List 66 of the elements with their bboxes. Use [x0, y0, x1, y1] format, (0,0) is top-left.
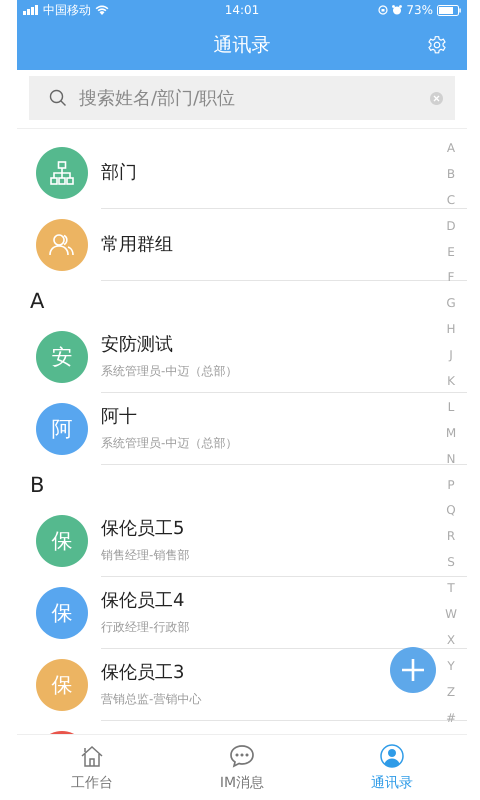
- index-letter[interactable]: S: [447, 549, 455, 576]
- search-field[interactable]: 搜索姓名/部门/职位: [77, 86, 420, 110]
- battery-icon: [437, 4, 461, 16]
- contact-name[interactable]: 保伦员工3: [101, 660, 184, 684]
- index-letter[interactable]: Y: [447, 652, 455, 679]
- alarm-icon: [392, 5, 402, 15]
- index-letter[interactable]: W: [445, 601, 457, 627]
- section-letter: A: [30, 289, 44, 313]
- battery-percent: 73%: [406, 3, 433, 17]
- contact-name[interactable]: 阿十: [101, 404, 137, 428]
- contact-role: 行政经理-行政部: [101, 618, 190, 636]
- contact-role: 系统管理员-中迈（总部）: [101, 434, 238, 452]
- index-letter[interactable]: N: [446, 446, 456, 472]
- avatar: 阿: [36, 403, 88, 455]
- contact-name[interactable]: 保伦员工5: [101, 516, 184, 540]
- avatar: 保: [36, 587, 88, 639]
- index-letter[interactable]: T: [447, 575, 455, 602]
- index-letter[interactable]: B: [446, 160, 456, 187]
- index-letter[interactable]: R: [446, 523, 456, 550]
- index-letter[interactable]: J: [449, 342, 453, 368]
- index-letter[interactable]: X: [446, 626, 456, 653]
- house-icon: [80, 744, 104, 768]
- carrier-name: 中国移动: [43, 2, 91, 18]
- avatar: 安: [36, 331, 88, 383]
- org-chart-icon: [49, 160, 75, 186]
- contact-name[interactable]: 保伦员工4: [101, 588, 184, 612]
- plus-icon: [401, 658, 425, 682]
- clock-time: 14:01: [224, 3, 260, 17]
- group-icon: [48, 232, 76, 258]
- wifi-icon: [95, 5, 109, 15]
- index-letter[interactable]: D: [446, 212, 456, 239]
- index-letter[interactable]: Z: [446, 678, 456, 705]
- entry-label[interactable]: 部门: [101, 160, 137, 184]
- settings-icon[interactable]: [427, 35, 447, 55]
- search-field[interactable]: 搜索姓名/部门/职位: [29, 76, 455, 120]
- search-icon: [49, 89, 67, 107]
- contact-role: 营销总监-营销中心: [101, 690, 202, 708]
- page-title: 通讯录: [214, 33, 270, 58]
- index-letter[interactable]: G: [446, 290, 456, 316]
- index-letter[interactable]: M: [446, 420, 456, 446]
- index-letter[interactable]: K: [447, 368, 455, 394]
- tab[interactable]: 通讯录: [317, 735, 467, 800]
- contact-role: 系统管理员-中迈（总部）: [101, 362, 238, 380]
- contact-name[interactable]: 安防测试: [101, 332, 173, 356]
- lock-rotation-icon: [378, 5, 388, 15]
- clear-icon[interactable]: [430, 92, 443, 104]
- index-letter[interactable]: A: [446, 135, 456, 161]
- contact-role: 销售经理-销售部: [101, 546, 190, 564]
- index-letter[interactable]: H: [446, 316, 456, 342]
- index-letter[interactable]: C: [446, 186, 456, 213]
- chat-bubble-icon: [229, 744, 255, 768]
- avatar: 保: [36, 515, 88, 567]
- entry-label[interactable]: 常用群组: [101, 232, 173, 256]
- index-letter[interactable]: P: [447, 472, 455, 498]
- signal-icon: [23, 5, 39, 15]
- add-button[interactable]: [390, 647, 436, 693]
- section-letter: B: [30, 473, 44, 497]
- person-icon: [380, 744, 404, 768]
- index-letter[interactable]: E: [447, 238, 455, 264]
- tab[interactable]: 工作台: [17, 735, 167, 800]
- avatar: 保: [36, 659, 88, 711]
- index-letter[interactable]: Q: [446, 497, 456, 524]
- tab[interactable]: IM消息: [167, 735, 317, 800]
- index-letter[interactable]: L: [448, 394, 454, 420]
- index-letter[interactable]: #: [446, 704, 456, 730]
- index-letter[interactable]: F: [448, 264, 454, 290]
